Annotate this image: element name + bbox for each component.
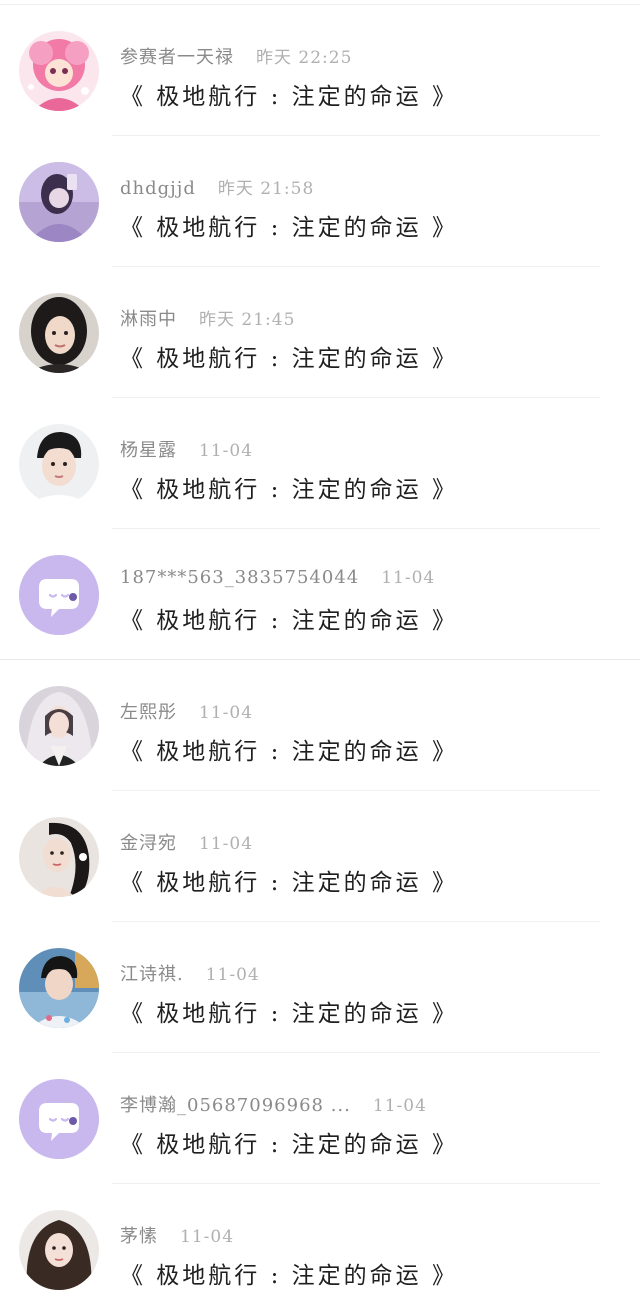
message-preview[interactable]: 《 极地航行 : 注定的命运 》 xyxy=(120,77,458,111)
message-time: 11-04 xyxy=(372,1096,427,1116)
sender-name[interactable]: 江诗祺. xyxy=(120,964,184,985)
chat-bubble-icon xyxy=(19,555,99,635)
default-avatar[interactable] xyxy=(19,555,99,635)
message-preview[interactable]: 《 极地航行 : 注定的命运 》 xyxy=(120,863,458,897)
chat-bubble-icon xyxy=(19,1079,99,1159)
user-avatar[interactable] xyxy=(19,1210,99,1290)
message-preview[interactable]: 《 极地航行 : 注定的命运 》 xyxy=(120,601,458,635)
message-time: 昨天 21:45 xyxy=(199,310,296,330)
message-preview[interactable]: 《 极地航行 : 注定的命运 》 xyxy=(120,208,458,242)
message-row[interactable]: 金浔宛 11-04 《 极地航行 : 注定的命运 》 xyxy=(0,791,640,922)
message-preview[interactable]: 《 极地航行 : 注定的命运 》 xyxy=(120,732,458,766)
message-row[interactable]: 187***563_3835754044 11-04 《 极地航行 : 注定的命运… xyxy=(0,529,640,660)
message-row[interactable]: 左熙彤 11-04 《 极地航行 : 注定的命运 》 xyxy=(0,660,640,791)
message-time: 11-04 xyxy=(180,1227,235,1247)
user-avatar[interactable] xyxy=(19,162,99,242)
message-time: 昨天 21:58 xyxy=(217,179,315,199)
message-time: 昨天 22:25 xyxy=(256,48,353,68)
sender-name[interactable]: 187***563_3835754044 xyxy=(120,567,359,588)
user-avatar[interactable] xyxy=(19,31,99,111)
user-avatar[interactable] xyxy=(19,686,99,766)
sender-name[interactable]: 参赛者一天禄 xyxy=(120,47,234,68)
message-time: 11-04 xyxy=(199,703,254,723)
message-row[interactable]: 李博瀚_05687096968 ... 11-04 《 极地航行 : 注定的命运 … xyxy=(0,1053,640,1184)
sender-name[interactable]: 杨星露 xyxy=(120,440,177,461)
message-time: 11-04 xyxy=(205,965,260,985)
user-avatar[interactable] xyxy=(19,948,99,1028)
message-row[interactable]: 参赛者一天禄 昨天 22:25 《 极地航行 : 注定的命运 》 xyxy=(0,5,640,136)
sender-name[interactable]: dhdgjjd xyxy=(120,178,196,199)
sender-name[interactable]: 左熙彤 xyxy=(120,702,177,723)
message-preview[interactable]: 《 极地航行 : 注定的命运 》 xyxy=(120,994,458,1028)
message-row[interactable]: 茅愫 11-04 《 极地航行 : 注定的命运 》 xyxy=(0,1184,640,1315)
message-preview[interactable]: 《 极地航行 : 注定的命运 》 xyxy=(120,1125,458,1159)
sender-name[interactable]: 茅愫 xyxy=(120,1226,158,1247)
message-preview[interactable]: 《 极地航行 : 注定的命运 》 xyxy=(120,339,458,373)
user-avatar[interactable] xyxy=(19,424,99,504)
message-row[interactable]: dhdgjjd 昨天 21:58 《 极地航行 : 注定的命运 》 xyxy=(0,136,640,267)
user-avatar[interactable] xyxy=(19,817,99,897)
message-row[interactable]: 杨星露 11-04 《 极地航行 : 注定的命运 》 xyxy=(0,398,640,529)
sender-name[interactable]: 金浔宛 xyxy=(120,833,177,854)
message-preview[interactable]: 《 极地航行 : 注定的命运 》 xyxy=(120,1256,458,1290)
message-time: 11-04 xyxy=(199,834,254,854)
message-row[interactable]: 江诗祺. 11-04 《 极地航行 : 注定的命运 》 xyxy=(0,922,640,1053)
default-avatar[interactable] xyxy=(19,1079,99,1159)
message-row[interactable]: 淋雨中 昨天 21:45 《 极地航行 : 注定的命运 》 xyxy=(0,267,640,398)
message-preview[interactable]: 《 极地航行 : 注定的命运 》 xyxy=(120,470,458,504)
user-avatar[interactable] xyxy=(19,293,99,373)
message-time: 11-04 xyxy=(381,568,436,588)
sender-name[interactable]: 李博瀚_05687096968 ... xyxy=(120,1095,351,1116)
sender-name[interactable]: 淋雨中 xyxy=(120,309,177,330)
message-time: 11-04 xyxy=(199,441,254,461)
